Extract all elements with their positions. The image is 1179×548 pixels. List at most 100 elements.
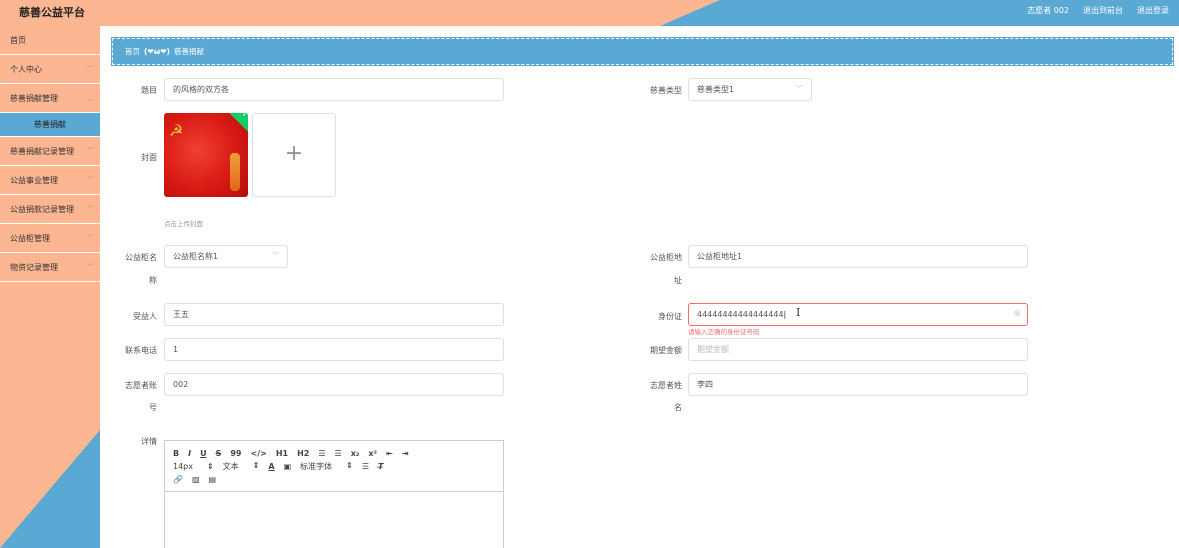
video-icon[interactable]: ▤ (209, 475, 217, 484)
outdent-icon[interactable]: ⇤ (386, 449, 393, 458)
image-icon[interactable]: ▨ (192, 475, 200, 484)
sidebar-item-charity-donation-mgmt[interactable]: 慈善捐献管理 ︿ (0, 84, 100, 113)
check-icon: ✓ (242, 113, 248, 119)
cabinet-address-label: 公益柜地 (650, 253, 682, 262)
phone-input[interactable]: 1 (164, 338, 504, 361)
cabinet-name-value: 公益柜名称1 (173, 252, 219, 261)
volunteer-name-input[interactable]: 李四 (688, 373, 1028, 396)
sidebar-item-label: 个人中心 (10, 65, 42, 74)
sidebar-item-label: 公益事业管理 (10, 176, 58, 185)
cover-upload-button[interactable]: + (252, 113, 336, 197)
updown-icon: ⇕ (346, 460, 353, 470)
cabinet-address-label-wrap: 址 (674, 276, 682, 285)
sidebar-item-label: 慈善捐献 (34, 120, 66, 129)
strike-icon[interactable]: S (216, 449, 222, 458)
sidebar-item-public-welfare[interactable]: 公益事业管理 ﹀ (0, 166, 100, 195)
breadcrumb-home[interactable]: 首页 (125, 46, 140, 57)
chevron-up-icon: ︿ (87, 94, 94, 102)
header-peach-band (0, 0, 720, 26)
underline-icon[interactable]: U (200, 449, 207, 458)
editor-toolbar-row-2: 14px ⇕ 文本 ⇕ A ▣ 标准字体 ⇕ ☰ T̶ (173, 460, 495, 472)
clear-circle-icon[interactable]: ⊗ (1013, 304, 1021, 325)
sidebar-item-label: 慈善捐献管理 (10, 94, 58, 103)
idcard-value: 44444444444444444 (697, 310, 784, 319)
heading-1-icon[interactable]: H1 (276, 449, 288, 458)
code-icon[interactable]: </> (251, 449, 267, 458)
chevron-down-icon: ﹀ (796, 85, 803, 93)
sidebar-item-personal-center[interactable]: 个人中心 ﹀ (0, 55, 100, 84)
link-icon[interactable]: 🔗 (173, 475, 183, 484)
chevron-down-icon: ﹀ (87, 263, 94, 271)
chevron-down-icon: ﹀ (87, 147, 94, 155)
updown-icon: ⇕ (252, 460, 260, 470)
sidebar-item-label: 公益柜管理 (10, 234, 50, 243)
editor-toolbar-row-1: B I U S 99 </> H1 H2 ☰ ☰ x₂ x² ⇤ ⇥ (173, 447, 495, 459)
current-user: 志愿者 002 (1027, 6, 1069, 15)
chevron-down-icon: ﹀ (87, 176, 94, 184)
title-input[interactable]: 的风格的双方各 (164, 78, 504, 101)
text-type-picker[interactable]: 文本 ⇕ (223, 461, 260, 472)
sidebar-item-material-records[interactable]: 物资记录管理 ﹀ (0, 253, 100, 282)
quote-icon[interactable]: 99 (230, 449, 241, 458)
beneficiary-input[interactable]: 王五 (164, 303, 504, 326)
plus-icon: + (284, 141, 304, 166)
font-size-value: 14px (173, 461, 193, 471)
title-label: 题目 (141, 86, 157, 95)
bullet-list-icon[interactable]: ☰ (335, 449, 342, 458)
top-header: 慈善公益平台 志愿者 002 退出到前台 退出登录 (0, 0, 1179, 26)
cabinet-name-label-wrap: 称 (149, 276, 157, 285)
chevron-down-icon: ﹀ (87, 205, 94, 213)
volunteer-account-input[interactable]: 002 (164, 373, 504, 396)
text-type-value: 文本 (222, 461, 239, 471)
amount-input[interactable]: 期望金额 (688, 338, 1028, 361)
type-select[interactable]: 慈善类型1 ﹀ (688, 78, 812, 101)
subscript-icon[interactable]: x₂ (351, 449, 360, 458)
cabinet-name-select[interactable]: 公益柜名称1 ﹀ (164, 245, 288, 268)
editor-content-area[interactable] (165, 492, 503, 548)
sidebar-item-label: 慈善捐献记录管理 (10, 147, 74, 156)
sidebar: 首页 个人中心 ﹀ 慈善捐献管理 ︿ 慈善捐献 慈善捐献记录管理 ﹀ 公益事业管理 ﹀ … (0, 26, 100, 548)
cover-upload-tip: 点击上传封面 (164, 220, 203, 228)
italic-icon[interactable]: I (188, 449, 191, 458)
font-size-picker[interactable]: 14px ⇕ (173, 462, 214, 471)
logout-link[interactable]: 退出登录 (1137, 5, 1169, 16)
sidebar-item-welfare-donation-records[interactable]: 公益捐款记录管理 ﹀ (0, 195, 100, 224)
editor-toolbar-row-3: 🔗 ▨ ▤ (173, 473, 495, 485)
beneficiary-label: 受益人 (133, 312, 157, 321)
chevron-down-icon: ﹀ (87, 234, 94, 242)
sidebar-item-home[interactable]: 首页 (0, 26, 100, 55)
sidebar-item-donation-records[interactable]: 慈善捐献记录管理 ﹀ (0, 137, 100, 166)
header-actions: 志愿者 002 退出到前台 退出登录 (1027, 5, 1169, 16)
ordered-list-icon[interactable]: ☰ (318, 449, 325, 458)
volunteer-account-label-wrap: 号 (149, 403, 157, 412)
updown-icon: ⇕ (207, 461, 214, 471)
sidebar-item-cabinet-mgmt[interactable]: 公益柜管理 ﹀ (0, 224, 100, 253)
editor-toolbar: B I U S 99 </> H1 H2 ☰ ☰ x₂ x² ⇤ ⇥ 14px ⇕… (165, 441, 503, 492)
background-color-icon[interactable]: ▣ (284, 462, 292, 471)
volunteer-name-label: 志愿者姓 (650, 381, 682, 390)
chevron-down-icon: ﹀ (87, 65, 94, 73)
amount-label: 期望金额 (650, 346, 682, 355)
cover-image-thumbnail[interactable]: ☭ ✓ (164, 113, 248, 197)
sidebar-subitem-charity-donation[interactable]: 慈善捐献 (0, 113, 100, 137)
app-title: 慈善公益平台 (19, 6, 85, 19)
back-to-front-link[interactable]: 退出到前台 (1083, 5, 1123, 16)
clear-format-icon[interactable]: T̶ (378, 462, 383, 471)
align-icon[interactable]: ☰ (362, 462, 369, 471)
volunteer-name-label-wrap: 名 (674, 403, 682, 412)
rich-text-editor: B I U S 99 </> H1 H2 ☰ ☰ x₂ x² ⇤ ⇥ 14px ⇕… (164, 440, 504, 548)
font-family-value: 标准字体 (300, 461, 333, 471)
idcard-label: 身份证 (658, 312, 682, 321)
indent-icon[interactable]: ⇥ (402, 449, 409, 458)
superscript-icon[interactable]: x² (368, 449, 377, 458)
font-family-picker[interactable]: 标准字体 ⇕ (300, 461, 353, 472)
volunteer-account-label: 志愿者账 (125, 381, 157, 390)
idcard-input[interactable]: 44444444444444444| ⊗ (688, 303, 1028, 326)
idcard-error-message: 请输入正确的身份证号码 (688, 328, 760, 336)
bold-icon[interactable]: B (173, 449, 179, 458)
sidebar-item-label: 物资记录管理 (10, 263, 58, 272)
text-color-icon[interactable]: A (268, 462, 274, 471)
cabinet-address-input[interactable]: 公益柜地址1 (688, 245, 1028, 268)
heading-2-icon[interactable]: H2 (297, 449, 309, 458)
sidebar-item-label: 公益捐款记录管理 (10, 205, 74, 214)
